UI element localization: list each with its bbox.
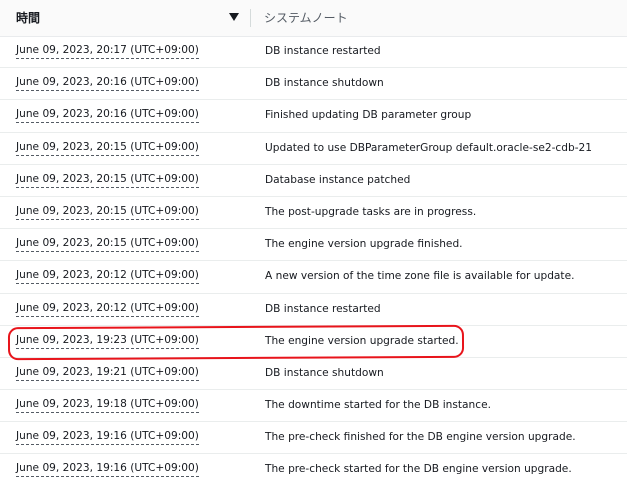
table-row: June 09, 2023, 20:16 (UTC+09:00) Finished… <box>0 100 627 133</box>
sort-descending-icon[interactable] <box>229 13 239 21</box>
event-time-link[interactable]: June 09, 2023, 19:21 (UTC+09:00) <box>16 366 199 381</box>
table-row: June 09, 2023, 20:16 (UTC+09:00) DB insta… <box>0 68 627 101</box>
table-header: 時間 システムノート <box>0 0 627 37</box>
event-note: Database instance patched <box>265 173 411 186</box>
event-time-link[interactable]: June 09, 2023, 20:16 (UTC+09:00) <box>16 76 199 92</box>
event-note: Updated to use DBParameterGroup default.… <box>265 141 592 154</box>
table-row: June 09, 2023, 20:15 (UTC+09:00) Database… <box>0 165 627 197</box>
event-time-link[interactable]: June 09, 2023, 20:12 (UTC+09:00) <box>16 302 199 317</box>
table-row: June 09, 2023, 19:18 (UTC+09:00) The down… <box>0 390 627 423</box>
event-time-link[interactable]: June 09, 2023, 20:15 (UTC+09:00) <box>16 141 199 156</box>
table-row: June 09, 2023, 20:12 (UTC+09:00) A new ve… <box>0 261 627 294</box>
event-note: DB instance restarted <box>265 302 381 315</box>
table-row: June 09, 2023, 19:23 (UTC+09:00) The engi… <box>0 326 627 358</box>
event-note: The downtime started for the DB instance… <box>265 399 491 412</box>
column-header-time[interactable]: 時間 <box>0 0 250 36</box>
event-time-link[interactable]: June 09, 2023, 20:15 (UTC+09:00) <box>16 173 199 188</box>
event-time-link[interactable]: June 09, 2023, 19:16 (UTC+09:00) <box>16 430 199 446</box>
event-note: A new version of the time zone file is a… <box>265 270 575 283</box>
table-row: June 09, 2023, 20:12 (UTC+09:00) DB insta… <box>0 294 627 326</box>
column-header-note-label: システムノート <box>264 11 348 25</box>
event-time-link[interactable]: June 09, 2023, 20:15 (UTC+09:00) <box>16 237 199 253</box>
system-notes-table: 時間 システムノート June 09, 2023, 20:17 (UTC+09:… <box>0 0 627 486</box>
table-row: June 09, 2023, 20:15 (UTC+09:00) The post… <box>0 197 627 230</box>
event-note: DB instance shutdown <box>265 77 384 90</box>
column-header-time-label: 時間 <box>16 11 41 25</box>
event-note: The engine version upgrade started. <box>265 334 459 347</box>
table-row: June 09, 2023, 20:15 (UTC+09:00) Updated … <box>0 133 627 165</box>
event-note: The engine version upgrade finished. <box>265 238 463 251</box>
column-header-note: システムノート <box>250 0 627 36</box>
table-row: June 09, 2023, 19:21 (UTC+09:00) DB insta… <box>0 358 627 391</box>
event-note: DB instance shutdown <box>265 366 384 379</box>
event-time-link[interactable]: June 09, 2023, 19:18 (UTC+09:00) <box>16 398 199 414</box>
event-note: The post-upgrade tasks are in progress. <box>265 205 477 218</box>
event-time-link[interactable]: June 09, 2023, 19:23 (UTC+09:00) <box>16 334 199 349</box>
event-time-link[interactable]: June 09, 2023, 20:15 (UTC+09:00) <box>16 205 199 220</box>
event-time-link[interactable]: June 09, 2023, 20:17 (UTC+09:00) <box>16 44 199 59</box>
event-time-link[interactable]: June 09, 2023, 20:16 (UTC+09:00) <box>16 108 199 124</box>
event-note: DB instance restarted <box>265 45 381 57</box>
table-body: June 09, 2023, 20:17 (UTC+09:00) DB insta… <box>0 36 627 486</box>
event-note: The pre-check finished for the DB engine… <box>265 431 576 444</box>
table-row: June 09, 2023, 20:15 (UTC+09:00) The engi… <box>0 229 627 262</box>
event-time-link[interactable]: June 09, 2023, 19:16 (UTC+09:00) <box>16 462 199 478</box>
event-note: The pre-check started for the DB engine … <box>265 463 572 476</box>
table-row: June 09, 2023, 19:16 (UTC+09:00) The pre-… <box>0 454 627 486</box>
table-row: June 09, 2023, 20:17 (UTC+09:00) DB insta… <box>0 36 627 69</box>
table-row: June 09, 2023, 19:16 (UTC+09:00) The pre-… <box>0 422 627 455</box>
event-note: Finished updating DB parameter group <box>265 109 472 122</box>
event-time-link[interactable]: June 09, 2023, 20:12 (UTC+09:00) <box>16 269 199 285</box>
